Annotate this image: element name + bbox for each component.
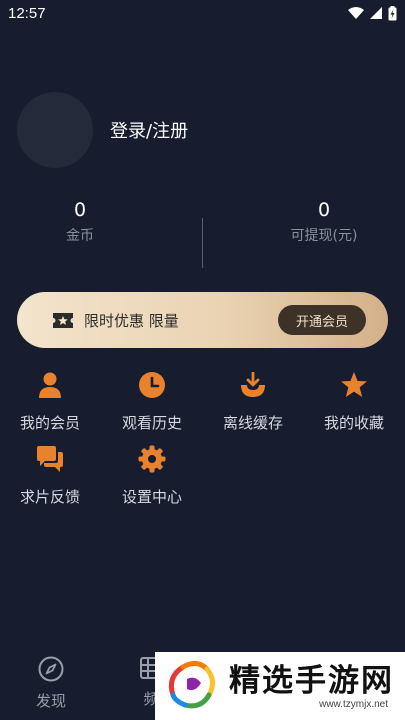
clock-icon [137, 370, 167, 400]
wifi-icon [348, 7, 364, 19]
menu-item-my-favorites[interactable]: 我的收藏 [314, 370, 394, 433]
profile-header[interactable]: 登录/注册 [17, 92, 188, 168]
user-icon [35, 370, 65, 400]
avatar[interactable] [17, 92, 93, 168]
withdrawable-value: 0 [317, 199, 331, 221]
watermark-url: www.tzymjx.net [319, 698, 388, 710]
coins-value: 0 [73, 199, 87, 221]
tab-discover[interactable]: 发现 [21, 656, 81, 711]
status-time: 12:57 [8, 4, 46, 22]
menu-label: 离线缓存 [222, 414, 283, 432]
menu-item-my-membership[interactable]: 我的会员 [10, 370, 90, 433]
gear-icon [137, 444, 167, 474]
signal-icon [370, 7, 382, 19]
watermark-overlay: 精选手游网 www.tzymjx.net [155, 652, 405, 720]
withdrawable-label: 可提现(元) [290, 228, 358, 244]
menu-label: 求片反馈 [19, 488, 80, 506]
chat-icon [35, 444, 65, 474]
menu-item-settings[interactable]: 设置中心 [112, 444, 192, 507]
menu-item-request-feedback[interactable]: 求片反馈 [10, 444, 90, 507]
stat-divider [202, 218, 203, 268]
tab-label: 发现 [35, 692, 66, 710]
menu-item-offline-cache[interactable]: 离线缓存 [213, 370, 293, 433]
vip-banner[interactable]: 限时优惠 限量 开通会员 [17, 292, 388, 348]
watermark-title: 精选手游网 [229, 662, 394, 699]
menu-label: 观看历史 [121, 414, 182, 432]
status-bar: 12:57 [0, 0, 405, 26]
coins-label: 金币 [66, 228, 94, 244]
coins-stat[interactable]: 0 金币 [20, 198, 140, 245]
site-logo-icon [168, 661, 215, 709]
download-icon [238, 370, 268, 400]
compass-icon [38, 656, 64, 682]
withdrawable-stat[interactable]: 0 可提现(元) [264, 198, 384, 245]
status-icons [348, 5, 397, 21]
star-icon [339, 370, 369, 400]
ticket-icon [52, 311, 76, 329]
open-vip-button[interactable]: 开通会员 [278, 305, 366, 335]
vip-promo-text: 限时优惠 限量 [84, 311, 179, 330]
menu-label: 我的会员 [19, 414, 80, 432]
battery-icon [388, 5, 397, 20]
login-register-link[interactable]: 登录/注册 [110, 117, 188, 143]
menu-item-watch-history[interactable]: 观看历史 [112, 370, 192, 433]
menu-label: 设置中心 [121, 488, 182, 506]
menu-label: 我的收藏 [323, 414, 384, 432]
